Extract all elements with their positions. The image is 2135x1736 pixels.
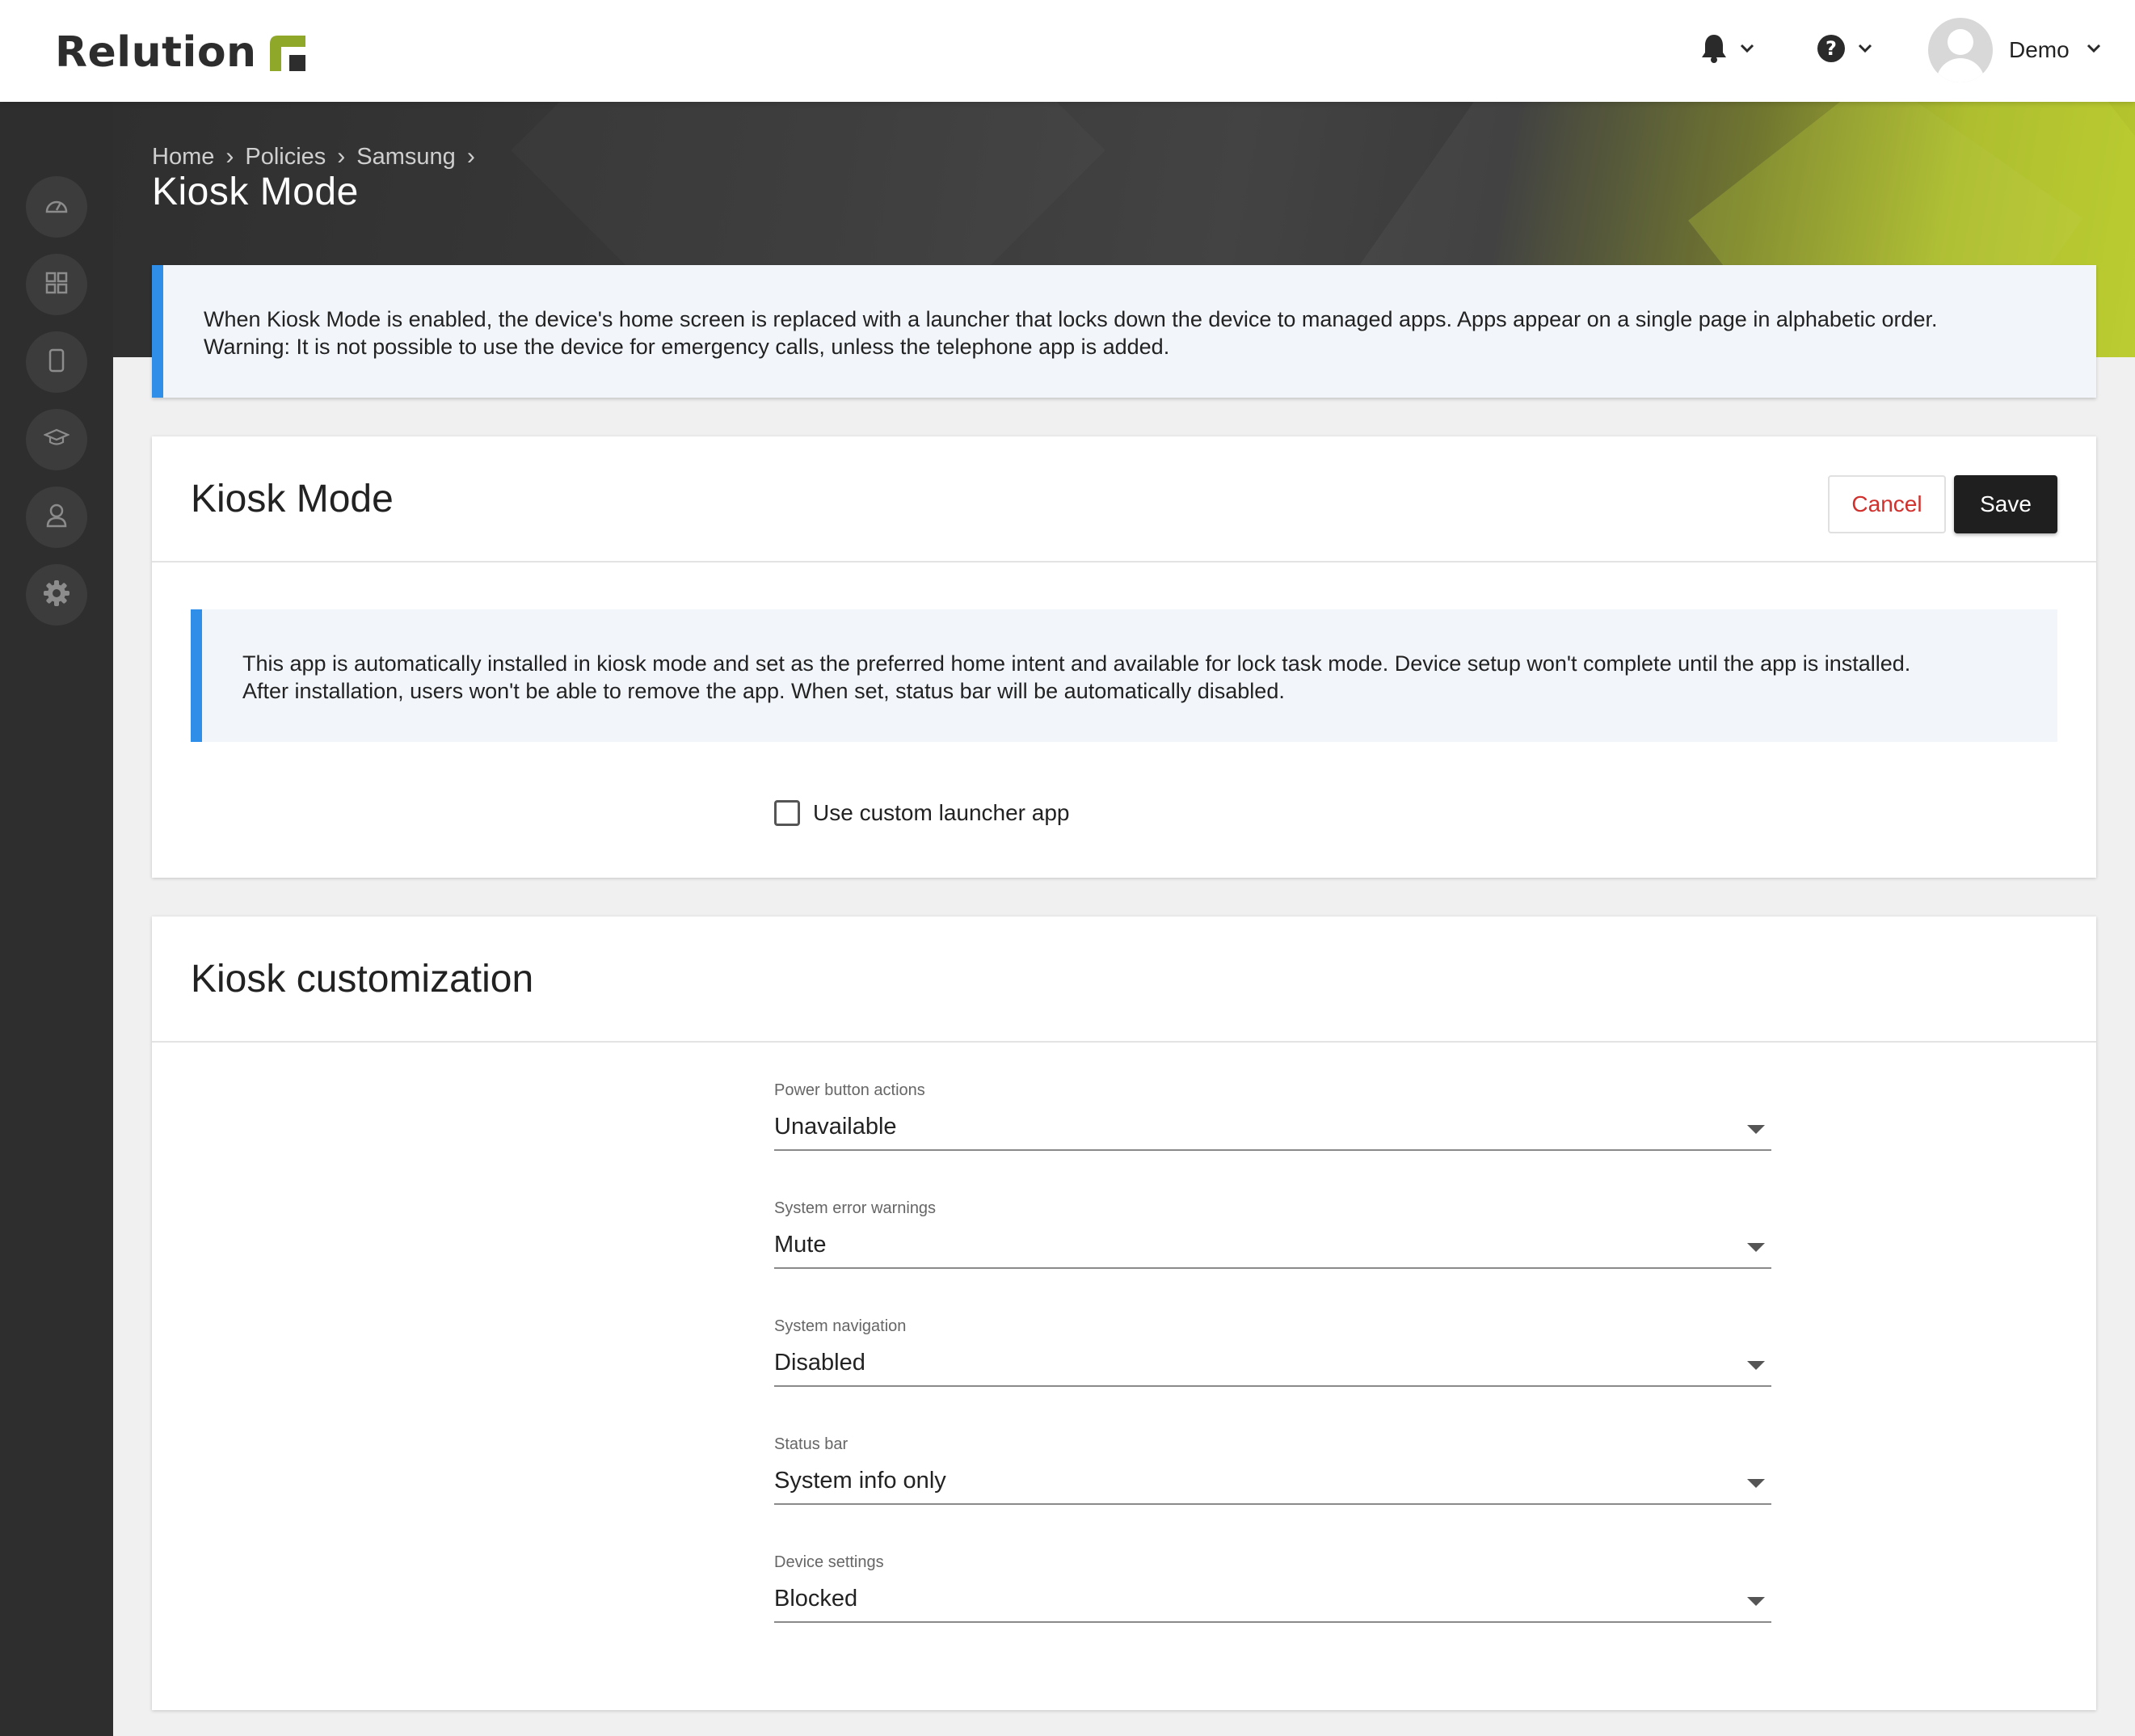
card-title: Kiosk Mode — [191, 478, 394, 520]
sidebar-item-devices[interactable] — [26, 331, 87, 393]
power-button-actions-select[interactable]: Unavailable — [774, 1102, 1771, 1151]
breadcrumb-home[interactable]: Home — [152, 144, 214, 171]
sidebar-item-education[interactable] — [26, 409, 87, 470]
sidebar — [0, 102, 113, 1736]
cancel-button[interactable]: Cancel — [1828, 475, 1946, 533]
select-value: System info only — [774, 1468, 946, 1494]
select-value: Blocked — [774, 1586, 858, 1612]
custom-launcher-checkbox[interactable] — [774, 800, 800, 826]
card-header: Kiosk customization — [152, 916, 2096, 1043]
card-header: Kiosk Mode Cancel Save — [152, 436, 2096, 563]
launcher-info-banner: This app is automatically installed in k… — [191, 609, 2057, 742]
chevron-down-icon — [1739, 43, 1755, 58]
info-text-line: This app is automatically installed in k… — [242, 651, 1911, 676]
select-value: Mute — [774, 1232, 827, 1258]
chevron-right-icon: › — [466, 143, 475, 170]
checkbox-label: Use custom launcher app — [813, 800, 1070, 825]
device-icon — [48, 348, 65, 377]
custom-launcher-checkbox-row[interactable]: Use custom launcher app — [774, 797, 1070, 829]
sidebar-item-users[interactable] — [26, 487, 87, 548]
info-text-line: When Kiosk Mode is enabled, the device's… — [204, 307, 1938, 331]
field-label: Power button actions — [774, 1081, 925, 1099]
system-error-warnings-field: System error warnings Mute — [774, 1199, 1771, 1272]
status-bar-field: Status bar System info only — [774, 1435, 1771, 1508]
caret-down-icon — [1747, 1597, 1765, 1606]
breadcrumb-samsung[interactable]: Samsung — [356, 144, 456, 171]
card-title: Kiosk customization — [191, 958, 534, 1001]
chevron-right-icon: › — [225, 143, 234, 170]
system-navigation-field: System navigation Disabled — [774, 1317, 1771, 1390]
power-button-actions-field: Power button actions Unavailable — [774, 1081, 1771, 1154]
graduation-cap-icon — [43, 428, 70, 452]
device-settings-select[interactable]: Blocked — [774, 1574, 1771, 1623]
logo-text: Relution — [55, 28, 257, 77]
relution-logo[interactable]: Relution — [55, 24, 305, 81]
info-text-line: After installation, users won't be able … — [242, 679, 1285, 703]
user-name: Demo — [2009, 37, 2070, 62]
save-button[interactable]: Save — [1954, 475, 2057, 533]
sidebar-item-settings[interactable] — [26, 564, 87, 626]
user-menu[interactable]: Demo — [1928, 16, 2102, 84]
caret-down-icon — [1747, 1479, 1765, 1488]
logo-mark-icon — [269, 36, 305, 71]
kiosk-customization-card: Kiosk customization Power button actions… — [152, 916, 2096, 1710]
device-settings-field: Device settings Blocked — [774, 1553, 1771, 1626]
field-label: Device settings — [774, 1553, 884, 1571]
help-menu[interactable]: ? — [1817, 29, 1873, 71]
notifications-menu[interactable] — [1700, 29, 1755, 71]
kiosk-mode-card: Kiosk Mode Cancel Save This app is autom… — [152, 436, 2096, 878]
breadcrumb: Home › Policies › Samsung › — [152, 141, 475, 173]
caret-down-icon — [1747, 1243, 1765, 1252]
apps-grid-icon — [45, 272, 68, 298]
field-label: Status bar — [774, 1435, 849, 1453]
status-bar-select[interactable]: System info only — [774, 1456, 1771, 1505]
user-icon — [46, 504, 67, 532]
page-title: Kiosk Mode — [152, 171, 359, 213]
avatar — [1928, 18, 1993, 82]
field-label: System navigation — [774, 1317, 907, 1335]
chevron-right-icon: › — [337, 143, 346, 170]
breadcrumb-policies[interactable]: Policies — [245, 144, 326, 171]
bell-icon — [1700, 33, 1728, 68]
sidebar-item-dashboard[interactable] — [26, 176, 87, 238]
select-value: Disabled — [774, 1350, 865, 1376]
system-navigation-select[interactable]: Disabled — [774, 1338, 1771, 1387]
chevron-down-icon — [1857, 43, 1873, 58]
svg-text:?: ? — [1825, 37, 1837, 60]
caret-down-icon — [1747, 1361, 1765, 1370]
system-error-warnings-select[interactable]: Mute — [774, 1220, 1771, 1269]
chevron-down-icon — [2086, 43, 2102, 58]
sidebar-item-apps[interactable] — [26, 254, 87, 315]
question-circle-icon: ? — [1817, 34, 1846, 67]
caret-down-icon — [1747, 1125, 1765, 1134]
top-bar: Relution ? Demo — [0, 0, 2135, 102]
gear-icon — [43, 579, 70, 611]
kiosk-info-banner: When Kiosk Mode is enabled, the device's… — [152, 265, 2096, 398]
dashboard-icon — [44, 196, 69, 219]
field-label: System error warnings — [774, 1199, 937, 1217]
info-text-line: Warning: It is not possible to use the d… — [204, 335, 1170, 359]
select-value: Unavailable — [774, 1114, 897, 1140]
